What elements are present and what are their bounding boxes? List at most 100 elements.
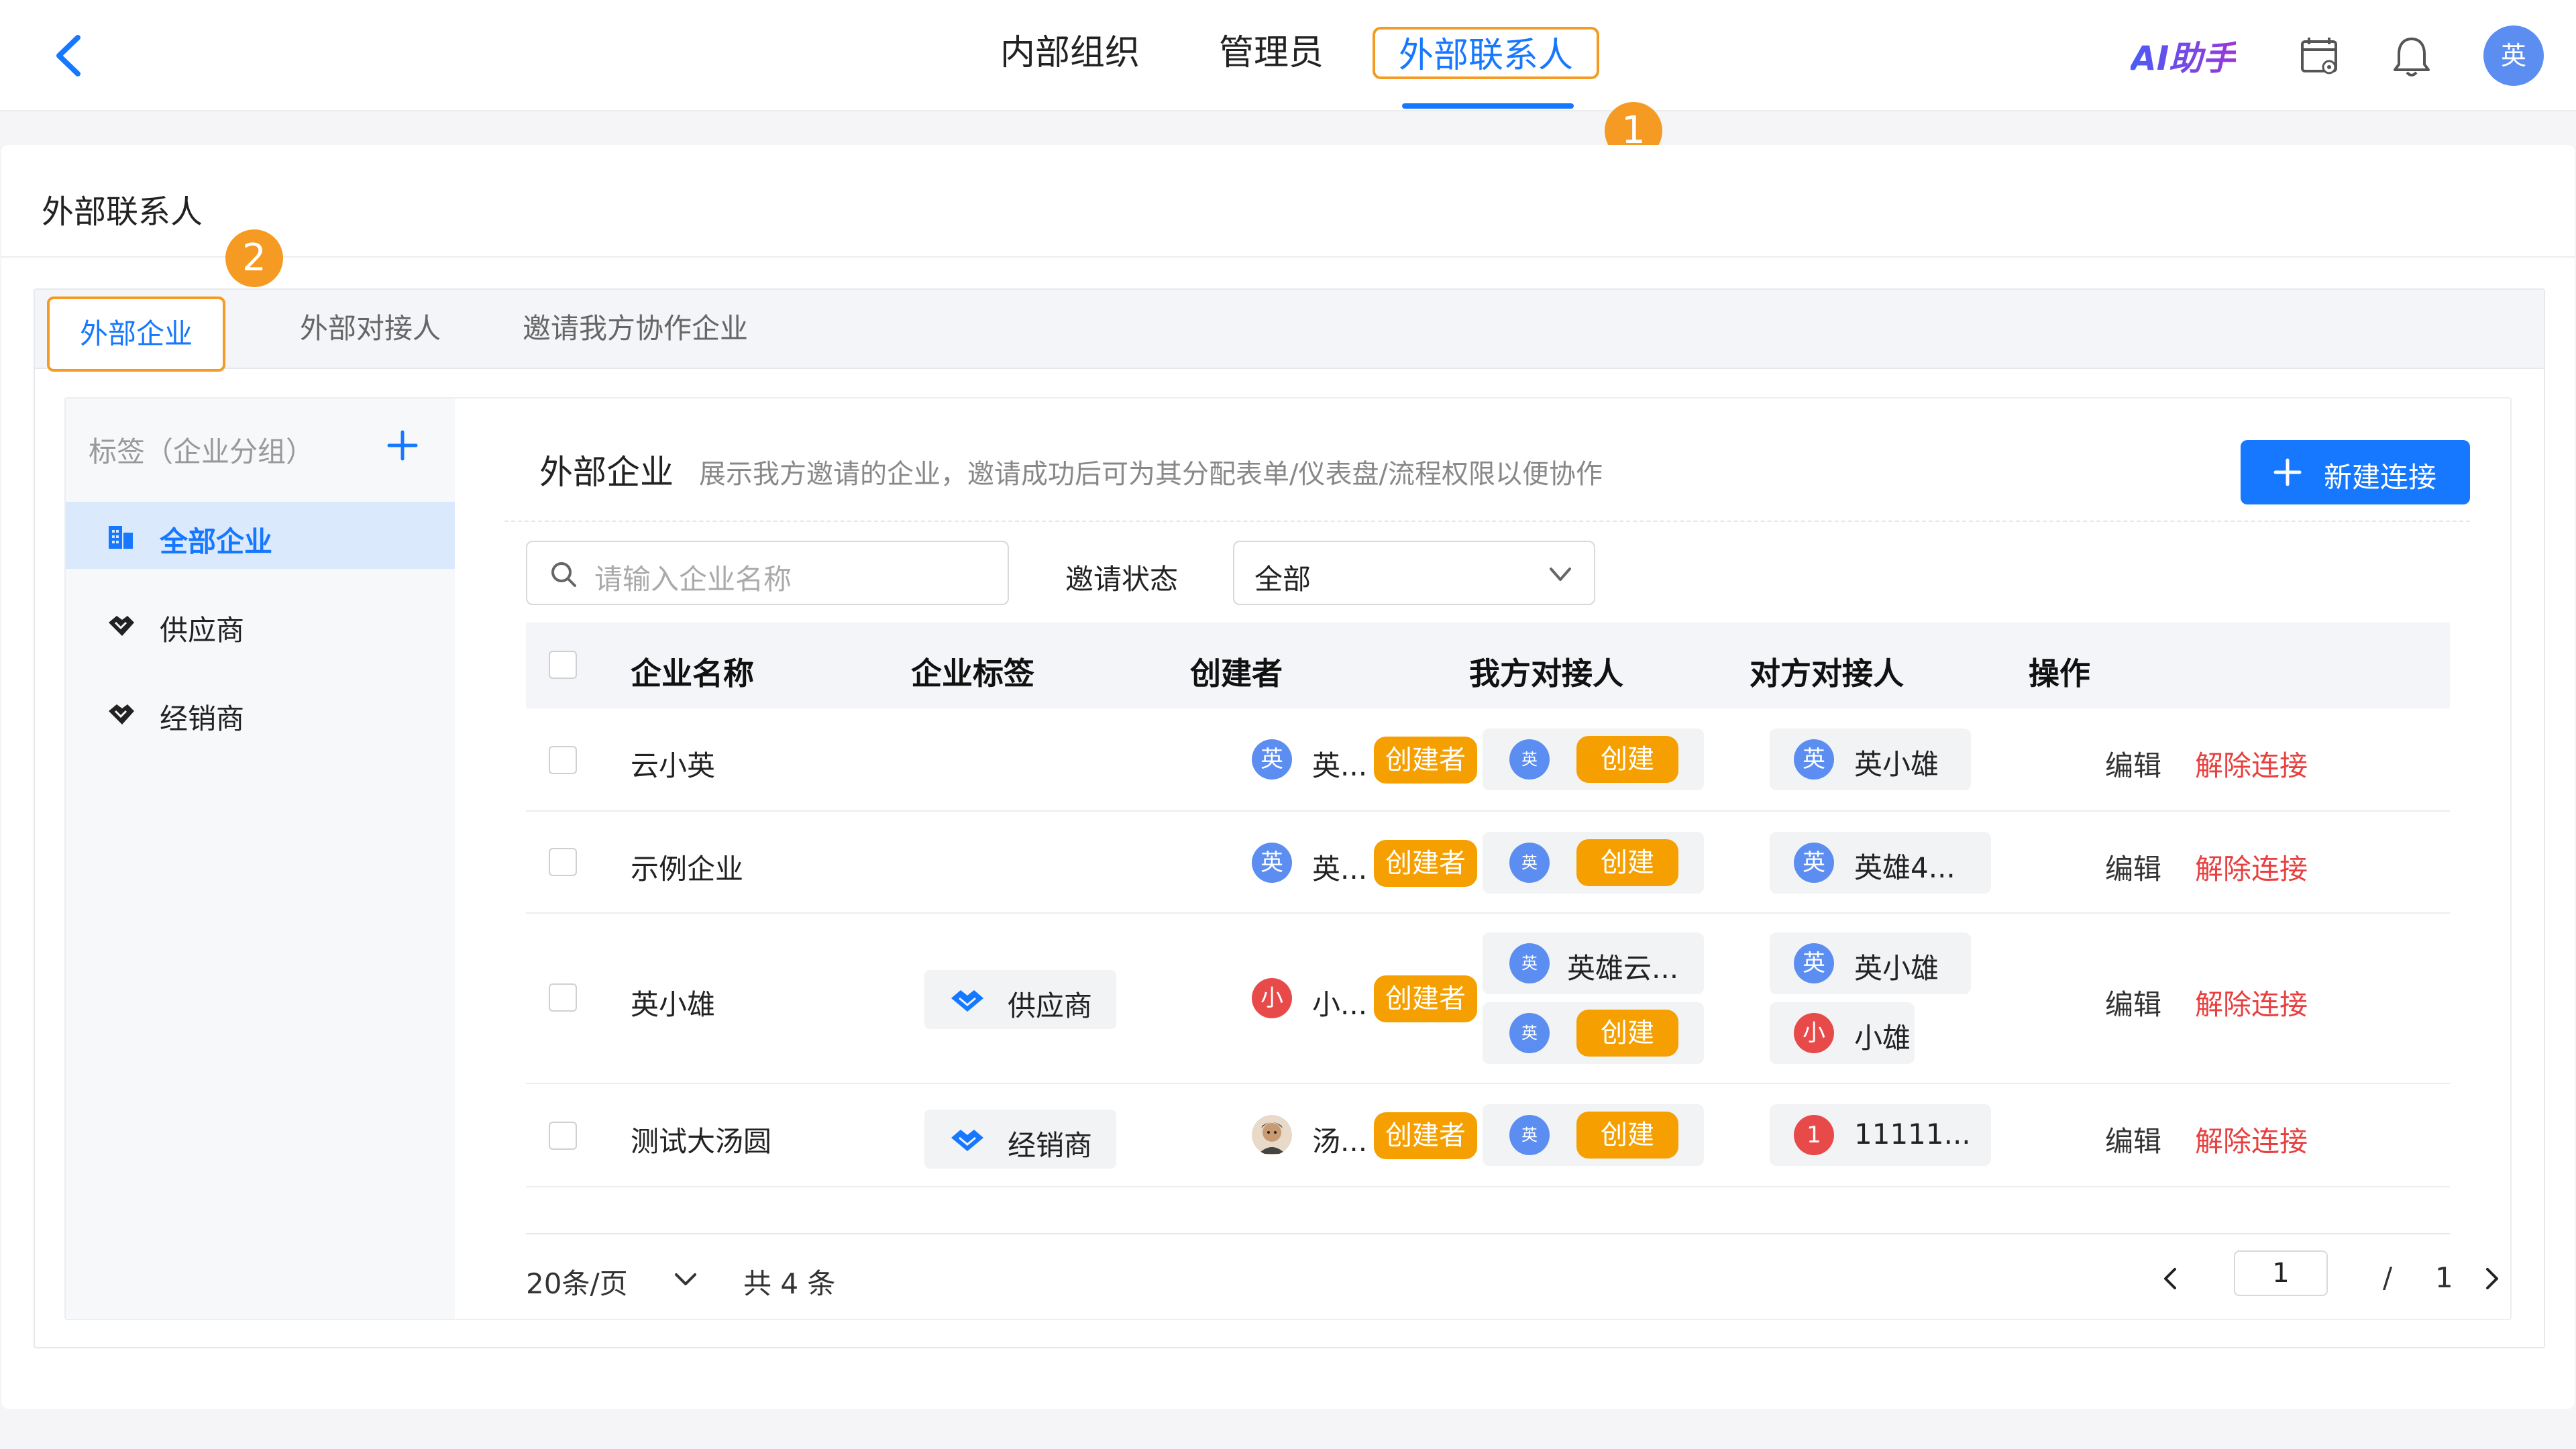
table-row: 示例企业 英 英... 创建者 英 创建 英 英雄4... 编辑 解除连接: [526, 812, 2450, 914]
nav-tab-internal-org[interactable]: 内部组织: [993, 27, 1147, 79]
next-page-icon[interactable]: [2481, 1265, 2504, 1292]
company-tag-chip: 供应商: [924, 970, 1116, 1029]
select-all-checkbox[interactable]: [549, 651, 577, 679]
column-header-our-contact[interactable]: 我方对接人: [1469, 649, 1623, 694]
bell-icon[interactable]: [2388, 34, 2435, 80]
calendar-settings-icon[interactable]: [2297, 34, 2344, 80]
sidebar-item-label: 供应商: [160, 614, 245, 647]
sidebar-item-label: 经销商: [160, 702, 245, 735]
add-tag-icon[interactable]: [382, 425, 423, 466]
creator-badge: 创建者: [1374, 840, 1477, 887]
new-connection-button[interactable]: 新建连接: [2241, 440, 2470, 504]
ai-helper-button[interactable]: AI助手: [2131, 35, 2236, 82]
column-header-their-contact[interactable]: 对方对接人: [1750, 649, 1904, 694]
back-arrow-icon[interactable]: [51, 32, 86, 79]
creator-avatar: 小: [1252, 978, 1292, 1018]
contact-name: 英小雄: [1854, 748, 1939, 781]
their-contact-chip[interactable]: 小 小雄: [1770, 1002, 1915, 1064]
edit-link[interactable]: 编辑: [2105, 1119, 2161, 1160]
page-title: 外部联系人: [42, 193, 203, 231]
column-header-creator[interactable]: 创建者: [1190, 649, 1283, 694]
creator-name: 小...: [1312, 988, 1368, 1021]
user-avatar[interactable]: 英: [2483, 25, 2544, 86]
sidebar-item-distributor[interactable]: 经销商: [66, 679, 455, 746]
contact-avatar: 1: [1794, 1115, 1834, 1155]
their-contact-chip[interactable]: 英 英小雄: [1770, 729, 1971, 790]
company-name[interactable]: 示例企业: [631, 847, 743, 888]
unlink-link[interactable]: 解除连接: [2195, 1119, 2308, 1160]
contact-avatar: 英: [1509, 1013, 1550, 1053]
invite-status-select[interactable]: 全部: [1233, 541, 1595, 605]
table-row: 英小雄 供应商 小 小... 创建者 英 英雄云... 英 创建 英 英小雄 小…: [526, 914, 2450, 1084]
creator-badge: 创建者: [1374, 975, 1477, 1022]
column-header-actions[interactable]: 操作: [2029, 649, 2090, 694]
row-checkbox[interactable]: [549, 848, 577, 876]
unlink-link[interactable]: 解除连接: [2195, 743, 2308, 784]
company-name[interactable]: 云小英: [631, 743, 715, 784]
creator-avatar: 英: [1252, 843, 1292, 883]
tag-sidebar: 标签（企业分组） 全部企业 供应商 经销商: [66, 398, 455, 1319]
our-contact-chip[interactable]: 英 创建: [1483, 1104, 1704, 1166]
edit-link[interactable]: 编辑: [2105, 847, 2161, 888]
company-search-input[interactable]: 请输入企业名称: [526, 541, 1009, 605]
chevron-down-icon[interactable]: [674, 1269, 698, 1289]
row-checkbox[interactable]: [549, 983, 577, 1012]
step-marker-2: 2: [225, 229, 283, 287]
company-name[interactable]: 英小雄: [631, 982, 715, 1023]
column-header-company-tag[interactable]: 企业标签: [911, 649, 1034, 694]
contact-name: 小雄: [1854, 1022, 1911, 1055]
total-pages: 1: [2435, 1261, 2453, 1294]
sidebar-item-supplier[interactable]: 供应商: [66, 590, 455, 657]
table-row: 云小英 英 英... 创建者 英 创建 英 英小雄 编辑 解除连接: [526, 708, 2450, 812]
row-checkbox[interactable]: [549, 1122, 577, 1150]
company-name[interactable]: 测试大汤圆: [631, 1119, 771, 1160]
tab-invite-partner-companies[interactable]: 邀请我方协作企业: [484, 290, 786, 368]
our-contact-chip[interactable]: 英 创建: [1483, 729, 1704, 790]
contact-avatar: 英: [1794, 943, 1834, 983]
their-contact-chip[interactable]: 英 英小雄: [1770, 932, 1971, 994]
contact-avatar: 英: [1509, 843, 1550, 883]
panel-title: 外部企业: [539, 453, 674, 492]
divider: [504, 521, 2470, 522]
panel-description: 展示我方邀请的企业，邀请成功后可为其分配表单/仪表盘/流程权限以便协作: [699, 459, 1603, 490]
our-contact-chip[interactable]: 英 英雄云...: [1483, 932, 1704, 994]
unlink-link[interactable]: 解除连接: [2195, 847, 2308, 888]
creator-name: 英...: [1312, 749, 1368, 782]
search-placeholder: 请输入企业名称: [594, 563, 792, 596]
contact-name: 英小雄: [1854, 952, 1939, 985]
our-contact-chip[interactable]: 英 创建: [1483, 1002, 1704, 1064]
page-number-input[interactable]: 1: [2234, 1250, 2328, 1296]
contact-name: 英雄云...: [1567, 952, 1679, 985]
total-count: 共 4 条: [743, 1267, 836, 1300]
nav-tab-external-contacts[interactable]: 外部联系人: [1373, 27, 1599, 79]
handshake-icon: [951, 1130, 983, 1151]
column-header-company-name[interactable]: 企业名称: [631, 649, 754, 694]
prev-page-icon[interactable]: [2159, 1265, 2182, 1292]
creator-badge: 创建者: [1374, 737, 1477, 784]
tab-external-companies[interactable]: 外部企业: [47, 297, 225, 372]
row-checkbox[interactable]: [549, 746, 577, 774]
invite-status-value: 全部: [1254, 563, 1311, 596]
divider: [1, 256, 2575, 258]
company-tag-label: 经销商: [1008, 1129, 1093, 1162]
contact-avatar: 小: [1794, 1013, 1834, 1053]
invite-status-label: 邀请状态: [1065, 563, 1179, 596]
creator-name: 汤...: [1312, 1125, 1368, 1158]
page-size-select[interactable]: 20条/页: [526, 1261, 628, 1302]
handshake-icon: [109, 616, 134, 636]
sidebar-item-all-companies[interactable]: 全部企业: [66, 502, 455, 569]
tabs-container: 外部企业 外部对接人 邀请我方协作企业 标签（企业分组） 全部企业 供应商 经销…: [34, 288, 2545, 1348]
tabs-header: 外部企业 外部对接人 邀请我方协作企业: [35, 290, 2544, 372]
nav-tab-admins[interactable]: 管理员: [1194, 27, 1348, 79]
our-contact-chip[interactable]: 英 创建: [1483, 832, 1704, 894]
their-contact-chip[interactable]: 英 英雄4...: [1770, 832, 1991, 894]
edit-link[interactable]: 编辑: [2105, 743, 2161, 784]
active-tab-underline: [1402, 103, 1574, 109]
sidebar-header: 标签（企业分组）: [89, 435, 315, 468]
unlink-link[interactable]: 解除连接: [2195, 982, 2308, 1023]
chevron-down-icon: [1550, 568, 1571, 581]
tab-external-contacts-person[interactable]: 外部对接人: [256, 290, 484, 368]
edit-link[interactable]: 编辑: [2105, 982, 2161, 1023]
table-header: 企业名称 企业标签 创建者 我方对接人 对方对接人 操作: [526, 623, 2450, 708]
their-contact-chip[interactable]: 1 11111...: [1770, 1104, 1991, 1166]
